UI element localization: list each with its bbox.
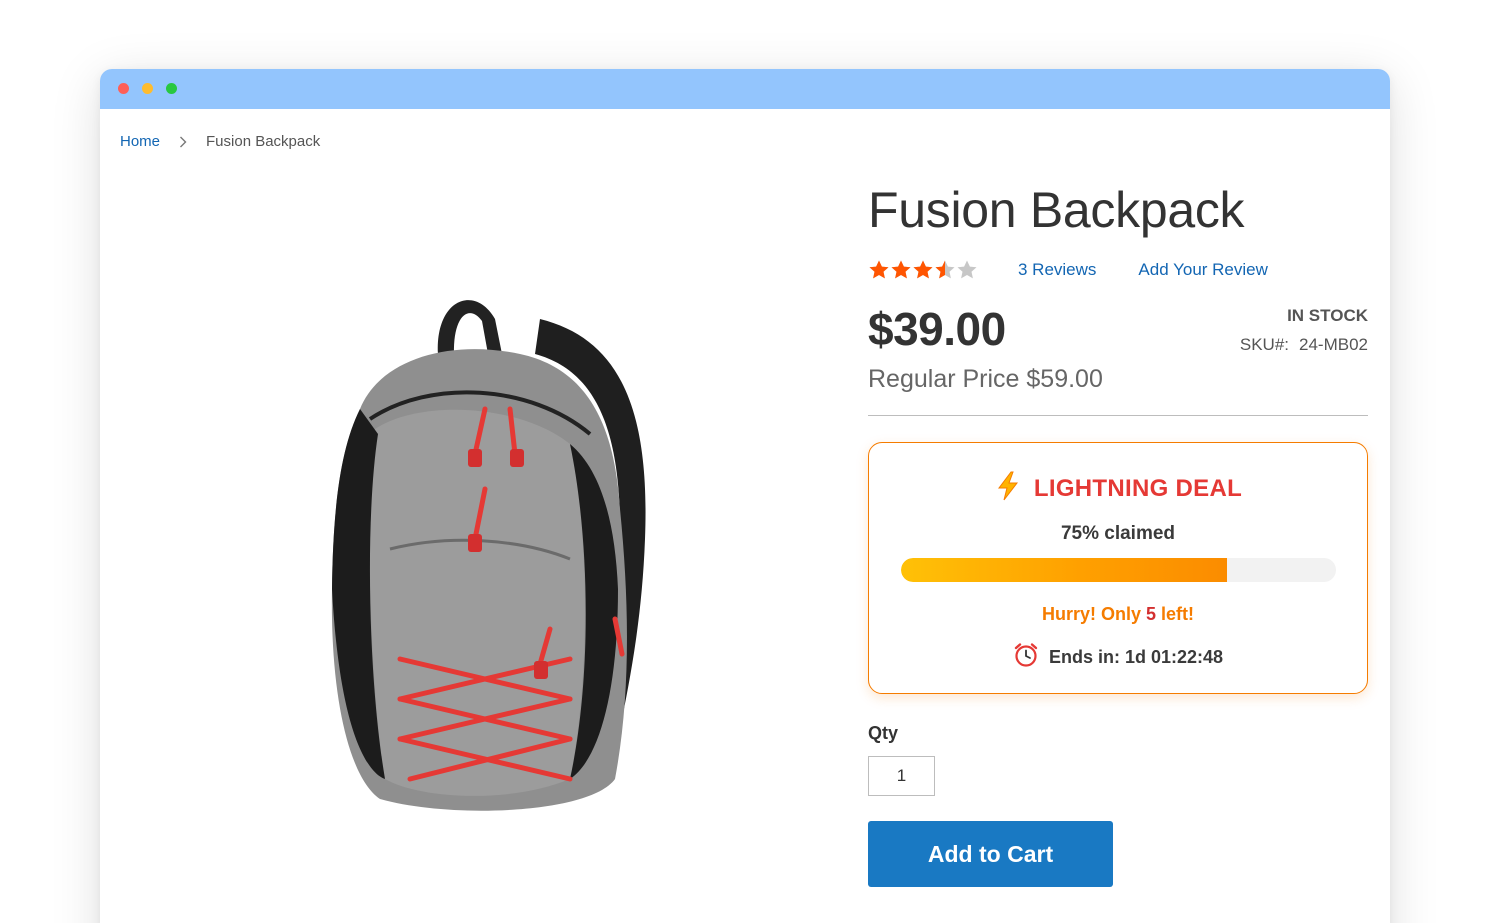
- window-titlebar: [100, 69, 1390, 109]
- minimize-window-button[interactable]: [142, 83, 153, 94]
- hurry-text: Hurry! Only 5 left!: [869, 604, 1367, 625]
- reviews-link[interactable]: 3 Reviews: [1018, 260, 1096, 280]
- add-review-link[interactable]: Add Your Review: [1138, 260, 1267, 280]
- claimed-progress-fill: [901, 558, 1228, 582]
- backpack-photo: [331, 300, 646, 811]
- add-to-cart-button[interactable]: Add to Cart: [868, 821, 1113, 887]
- browser-window: Home Fusion Backpack Fusion Backpack 3 R…: [100, 69, 1390, 923]
- divider: [868, 415, 1368, 416]
- close-window-button[interactable]: [118, 83, 129, 94]
- rating-summary: 3 Reviews Add Your Review: [868, 259, 1368, 281]
- breadcrumb-home-link[interactable]: Home: [120, 133, 160, 150]
- regular-price: Regular Price $59.00: [868, 365, 1103, 393]
- deal-header: LIGHTNING DEAL: [869, 471, 1367, 506]
- sku-value: 24-MB02: [1299, 335, 1368, 354]
- claimed-progress-bar: [901, 558, 1336, 582]
- hurry-suffix: left!: [1156, 604, 1195, 624]
- star-icon: [913, 260, 933, 279]
- star-icon: [935, 260, 955, 279]
- claimed-text: 75% claimed: [1060, 523, 1176, 544]
- lightning-deal-card: LIGHTNING DEAL 75% claimed Hurry! Only 5…: [868, 442, 1368, 694]
- sku-label: SKU#:: [1239, 335, 1290, 354]
- sku: SKU#: 24-MB02: [1240, 335, 1368, 355]
- star-icon: [891, 260, 911, 279]
- final-price: $39.00: [868, 303, 1006, 355]
- hurry-count: 5: [1146, 604, 1157, 624]
- qty-input[interactable]: [868, 756, 935, 796]
- star-icon: [957, 260, 977, 279]
- maximize-window-button[interactable]: [166, 83, 177, 94]
- product-title: Fusion Backpack: [868, 182, 1245, 238]
- product-image[interactable]: [270, 259, 690, 819]
- lightning-bolt-icon: [994, 471, 1022, 506]
- chevron-right-icon: [160, 136, 206, 148]
- rating-stars: [868, 259, 978, 281]
- star-icon: [869, 260, 889, 279]
- deal-title: LIGHTNING DEAL: [1033, 474, 1243, 502]
- stock-status: IN STOCK: [1287, 306, 1368, 325]
- deal-timer: Ends in: 1d 01:22:48: [869, 642, 1367, 673]
- breadcrumb: Home Fusion Backpack: [120, 133, 320, 150]
- breadcrumb-current: Fusion Backpack: [206, 133, 321, 150]
- ends-text: Ends in: 1d 01:22:48: [1048, 647, 1224, 667]
- hurry-prefix: Hurry! Only: [1041, 604, 1146, 624]
- qty-label: Qty: [868, 723, 899, 743]
- alarm-clock-icon: [1013, 642, 1039, 673]
